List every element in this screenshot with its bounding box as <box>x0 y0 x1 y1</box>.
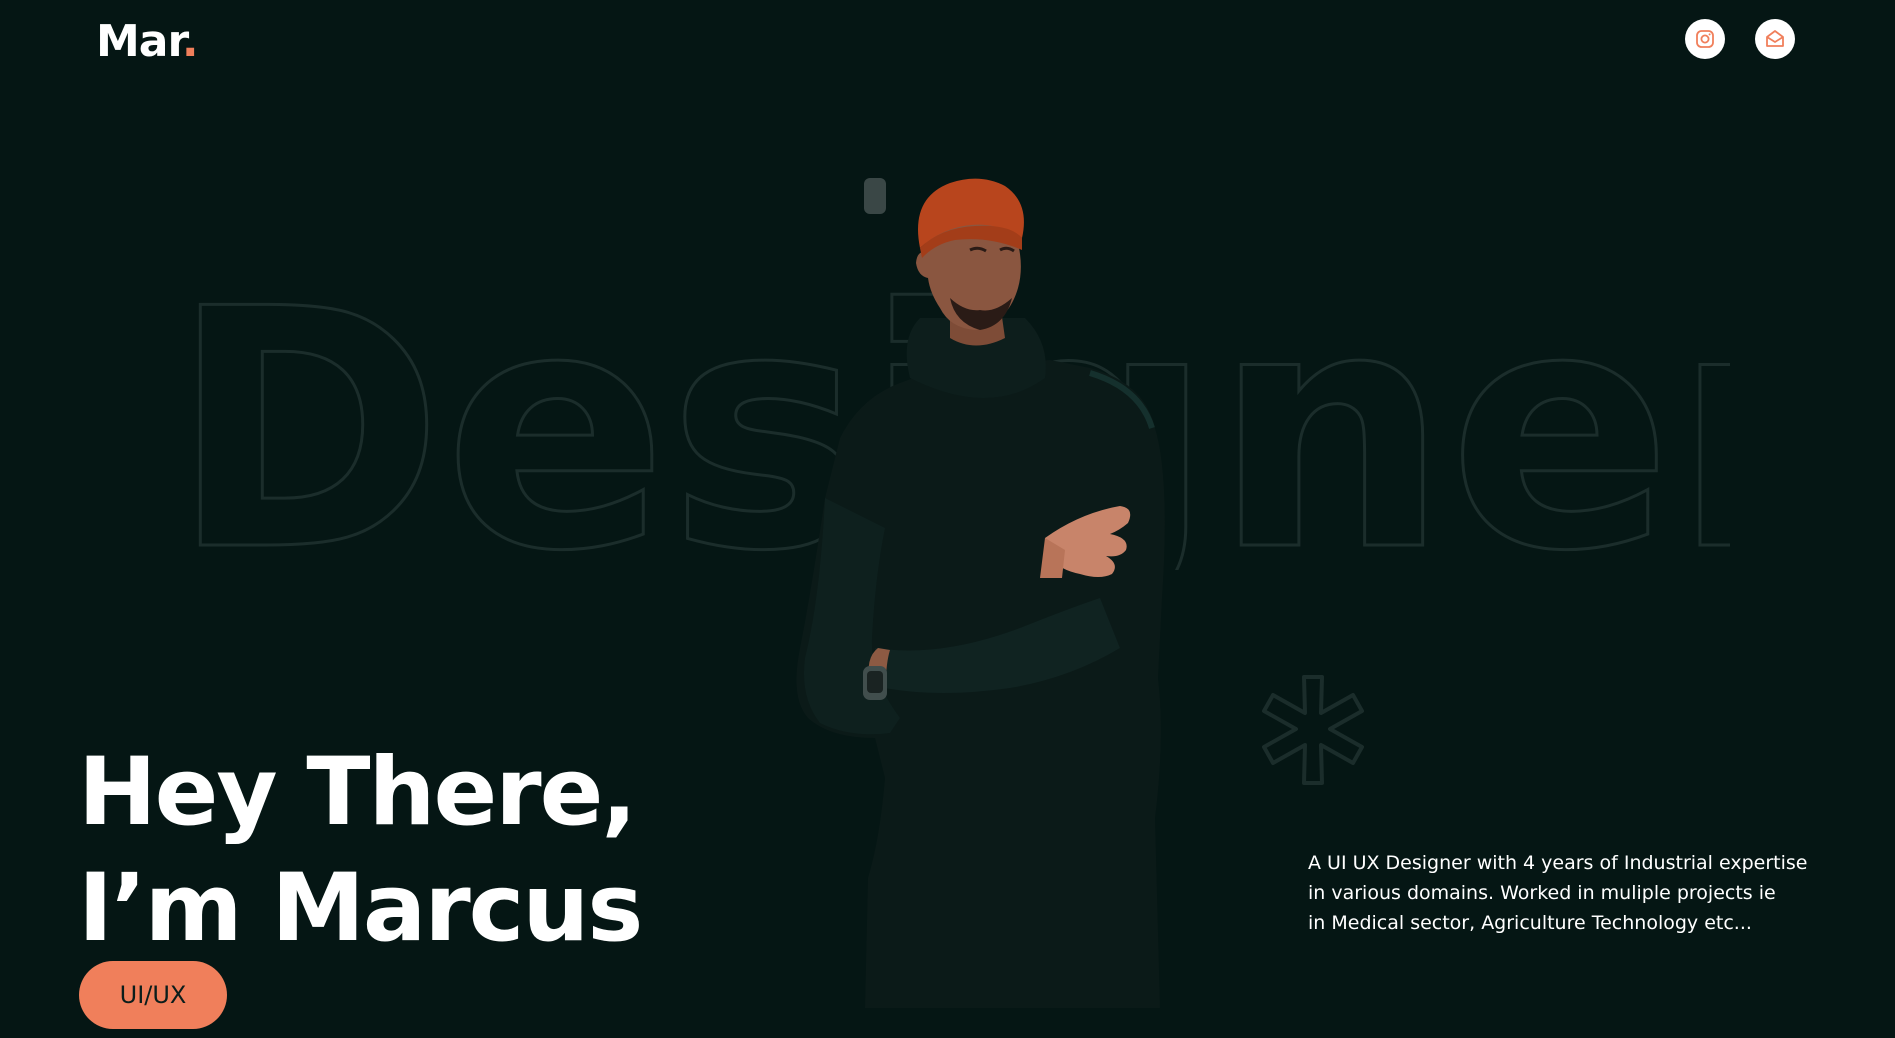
hero-page: Mar. Designer <box>0 0 1895 1038</box>
logo-dot: . <box>181 16 199 67</box>
bio-line-1: A UI UX Designer with 4 years of Industr… <box>1308 852 1808 874</box>
logo-text: Mar <box>96 16 183 67</box>
logo[interactable]: Mar. <box>96 16 199 67</box>
role-button[interactable]: UI/UX <box>79 961 227 1029</box>
greeting-line-2: I’m Marcus <box>78 854 643 963</box>
instagram-icon <box>1696 30 1714 48</box>
asterisk-icon <box>1262 675 1364 785</box>
instagram-button[interactable] <box>1685 19 1725 59</box>
bio-line-2: in various domains. Worked in muliple pr… <box>1308 882 1776 904</box>
person-portrait <box>796 178 1165 1008</box>
greeting-line-1: Hey There, <box>78 738 637 847</box>
mail-icon <box>1766 30 1784 47</box>
bio-text: A UI UX Designer with 4 years of Industr… <box>1308 848 1828 938</box>
bio-line-3: in Medical sector, Agriculture Technolog… <box>1308 912 1752 934</box>
email-button[interactable] <box>1755 19 1795 59</box>
hero-greeting: Hey There, I’m Marcus <box>78 735 643 967</box>
